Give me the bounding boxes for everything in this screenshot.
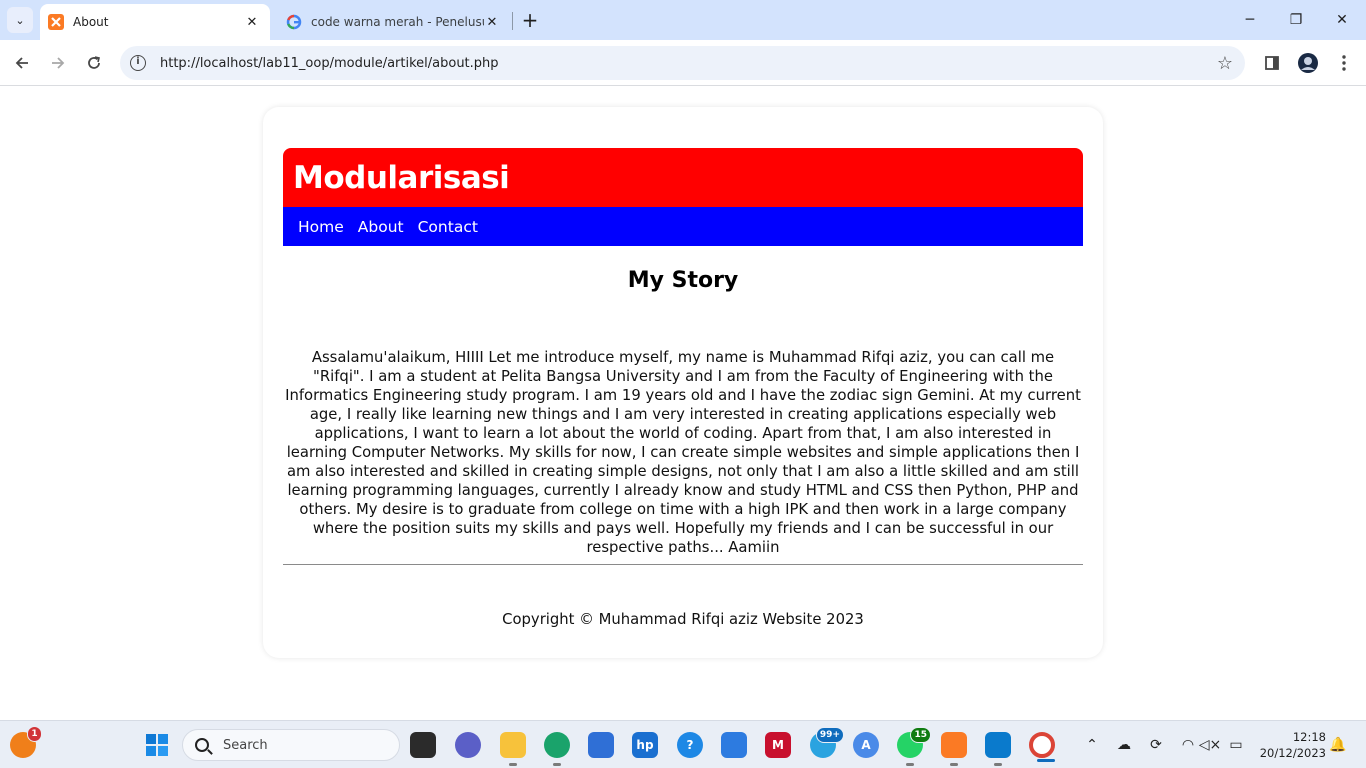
taskbar: 1 Search hp ? M 99+ A 15 ⌃ ☁ ⟳ ◠ ◁× ▭ 12… <box>0 720 1366 768</box>
tab-strip: ⌄ About ✕ code warna merah - Penelusura … <box>0 0 1366 40</box>
task-view-icon[interactable] <box>410 732 436 758</box>
onedrive-icon[interactable]: ☁ <box>1114 735 1134 755</box>
windows-start-button[interactable] <box>144 732 170 758</box>
clock-time: 12:18 <box>1292 730 1326 744</box>
chevron-down-icon: ⌄ <box>15 13 25 27</box>
nav-link-about[interactable]: About <box>358 218 404 236</box>
running-indicator <box>509 763 517 766</box>
close-tab-icon[interactable]: ✕ <box>244 14 260 30</box>
search-placeholder: Search <box>223 737 268 753</box>
wifi-icon[interactable]: ◠ <box>1178 735 1198 755</box>
meet-chat-icon[interactable] <box>455 732 481 758</box>
restore-button[interactable]: ❐ <box>1273 0 1319 40</box>
notification-badge: 99+ <box>815 727 844 743</box>
mcafee-icon[interactable]: M <box>765 732 791 758</box>
tab-google-search[interactable]: code warna merah - Penelusura ✕ <box>278 4 510 40</box>
myhp-icon[interactable]: hp <box>632 732 658 758</box>
running-indicator <box>1037 759 1055 762</box>
close-tab-icon[interactable]: ✕ <box>484 14 500 30</box>
notepad-icon[interactable] <box>721 732 747 758</box>
back-button[interactable] <box>7 48 37 78</box>
new-tab-button[interactable]: + <box>519 8 541 32</box>
notification-badge: 15 <box>910 727 931 743</box>
page-viewport: Modularisasi Home About Contact My Story… <box>0 87 1366 720</box>
google-icon <box>286 14 302 30</box>
edge-browser-icon[interactable] <box>544 732 570 766</box>
battery-icon[interactable]: ▭ <box>1226 735 1246 755</box>
divider <box>283 564 1083 565</box>
chevron-up-icon[interactable]: ⌃ <box>1082 735 1102 755</box>
microsoft-store-icon[interactable] <box>588 732 614 758</box>
url-text[interactable]: http://localhost/lab11_oop/module/artike… <box>160 56 1217 71</box>
chrome-icon[interactable] <box>1029 732 1055 762</box>
page-heading: My Story <box>627 268 739 293</box>
notification-bell-icon[interactable]: 🔔 <box>1328 735 1348 755</box>
kebab-menu-icon <box>1342 55 1346 71</box>
clock-date: 20/12/2023 <box>1259 746 1326 760</box>
content-card: Modularisasi Home About Contact My Story… <box>263 107 1103 658</box>
nav-link-home[interactable]: Home <box>298 218 344 236</box>
tab-title: About <box>73 15 109 29</box>
site-title: Modularisasi <box>293 159 510 196</box>
site-header: Modularisasi <box>283 148 1083 207</box>
close-window-button[interactable]: ✕ <box>1319 0 1365 40</box>
story-paragraph: Assalamu'alaikum, HIIII Let me introduce… <box>285 349 1081 556</box>
running-indicator <box>994 763 1002 766</box>
weather-widget-icon[interactable]: 1 <box>10 726 42 758</box>
bookmark-star-icon[interactable]: ☆ <box>1217 53 1233 74</box>
tab-title: code warna merah - Penelusura <box>311 15 484 29</box>
address-bar[interactable]: i http://localhost/lab11_oop/module/arti… <box>120 46 1245 80</box>
volume-muted-icon[interactable]: ◁× <box>1199 735 1222 755</box>
xampp-icon[interactable] <box>941 732 967 766</box>
minimize-button[interactable]: ─ <box>1227 0 1273 40</box>
running-indicator <box>950 763 958 766</box>
side-panel-button[interactable] <box>1260 51 1284 75</box>
nav-link-contact[interactable]: Contact <box>418 218 478 236</box>
telegram-icon[interactable]: 99+ <box>810 727 844 758</box>
reload-button[interactable] <box>79 48 109 78</box>
arrow-left-icon <box>15 57 28 69</box>
system-clock[interactable]: 12:18 20/12/2023 <box>1256 729 1326 761</box>
arrow-right-icon <box>52 57 65 69</box>
search-icon <box>195 738 209 752</box>
profile-avatar[interactable] <box>1296 51 1320 75</box>
tab-about[interactable]: About ✕ <box>40 4 270 40</box>
avatar-icon <box>1298 53 1318 73</box>
help-icon[interactable]: ? <box>677 732 703 758</box>
running-indicator <box>906 763 914 766</box>
tab-separator <box>512 12 513 30</box>
notification-badge: 1 <box>27 726 42 742</box>
browser-toolbar: i http://localhost/lab11_oop/module/arti… <box>0 40 1366 86</box>
translator-icon[interactable]: A <box>853 732 879 758</box>
footer-copyright: Copyright © Muhammad Rifqi aziz Website … <box>502 611 864 628</box>
reload-icon <box>88 56 100 69</box>
forward-button[interactable] <box>43 48 73 78</box>
browser-menu-button[interactable] <box>1332 51 1356 75</box>
site-nav: Home About Contact <box>283 207 1083 246</box>
windows-logo-icon <box>146 734 168 756</box>
site-info-icon[interactable]: i <box>130 55 146 71</box>
whatsapp-icon[interactable]: 15 <box>897 727 931 766</box>
vscode-icon[interactable] <box>985 732 1011 766</box>
file-explorer-icon[interactable] <box>500 732 526 766</box>
taskbar-search-box[interactable]: Search <box>182 729 400 761</box>
side-panel-icon <box>1265 56 1279 70</box>
tab-search-button[interactable]: ⌄ <box>7 7 33 33</box>
sync-icon[interactable]: ⟳ <box>1146 735 1166 755</box>
running-indicator <box>553 763 561 766</box>
xampp-icon <box>48 14 64 30</box>
